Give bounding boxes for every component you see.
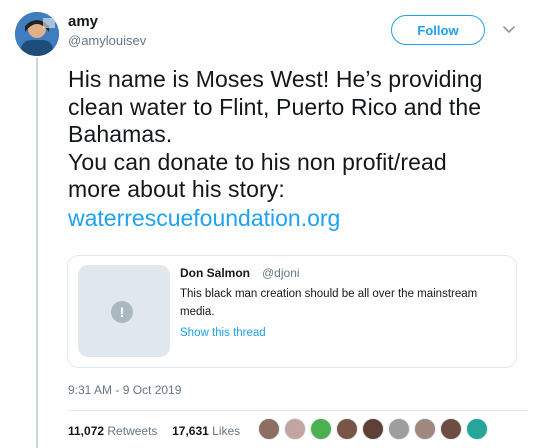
liker-avatar-3[interactable] — [310, 418, 332, 440]
liker-avatar-9[interactable] — [466, 418, 488, 440]
avatar-image — [15, 12, 59, 56]
author-name[interactable]: amy — [68, 13, 98, 30]
engagement-stats: 11,072 Retweets 17,631 Likes — [68, 424, 240, 438]
quoted-tweet-text: This black man creation should be all ov… — [180, 288, 478, 318]
tweet-timestamp[interactable]: 9:31 AM - 9 Oct 2019 — [68, 383, 181, 397]
likes-count[interactable]: 17,631 — [172, 424, 209, 438]
retweets-count[interactable]: 11,072 — [68, 424, 104, 438]
divider — [68, 410, 528, 411]
liker-avatar-8[interactable] — [440, 418, 462, 440]
chevron-down-icon[interactable] — [500, 20, 518, 38]
quoted-author-name[interactable]: Don Salmon — [180, 266, 250, 280]
retweets-label[interactable]: Retweets — [107, 424, 157, 438]
thread-line — [36, 58, 38, 448]
quoted-author-handle[interactable]: @djoni — [262, 266, 300, 280]
show-thread-link[interactable]: Show this thread — [180, 327, 266, 339]
author-handle[interactable]: @amylouisev — [68, 33, 146, 48]
liker-avatar-4[interactable] — [336, 418, 358, 440]
liker-avatar-1[interactable] — [258, 418, 280, 440]
follow-button[interactable]: Follow — [391, 15, 485, 45]
liker-avatar-6[interactable] — [388, 418, 410, 440]
liker-avatars — [258, 418, 492, 442]
tweet-link[interactable]: waterrescuefoundation.org — [68, 205, 340, 233]
likes-label[interactable]: Likes — [212, 424, 240, 438]
liker-avatar-2[interactable] — [284, 418, 306, 440]
avatar[interactable] — [15, 12, 59, 56]
liker-avatar-7[interactable] — [414, 418, 436, 440]
liker-avatar-5[interactable] — [362, 418, 384, 440]
tweet-text: His name is Moses West! He’s providing c… — [68, 66, 483, 202]
alert-icon: ! — [111, 301, 133, 323]
